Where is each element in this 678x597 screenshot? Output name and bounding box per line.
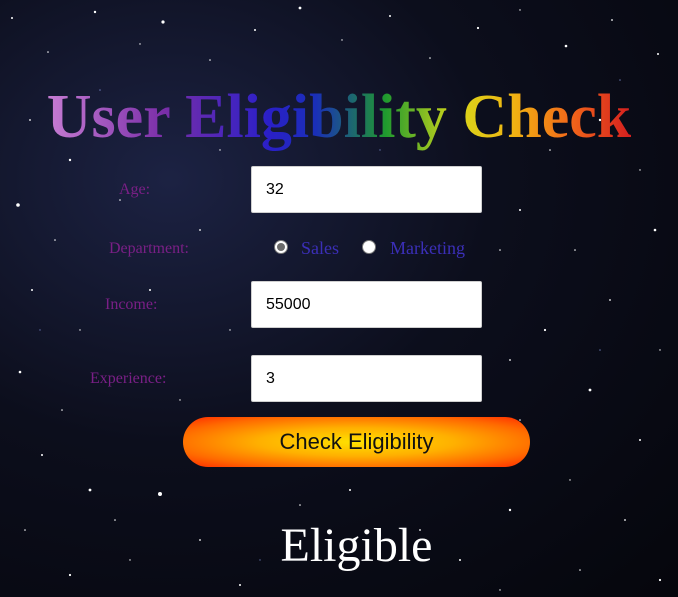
income-label: Income:	[105, 296, 158, 313]
eligibility-result: Eligible	[280, 519, 433, 572]
marketing-radio[interactable]	[362, 240, 376, 254]
income-input[interactable]	[251, 281, 482, 328]
marketing-radio-label[interactable]: Marketing	[390, 238, 465, 259]
age-input[interactable]	[251, 166, 482, 213]
sales-radio[interactable]	[274, 240, 288, 254]
experience-label: Experience:	[90, 370, 167, 387]
page-title-text: User Eligibility Check	[46, 83, 632, 151]
experience-input[interactable]	[251, 355, 482, 402]
department-label: Department:	[109, 240, 189, 257]
age-label: Age:	[119, 181, 151, 198]
page-title: User Eligibility Check	[0, 84, 678, 150]
sales-radio-label[interactable]: Sales	[301, 238, 339, 259]
check-eligibility-button[interactable]: Check Eligibility	[183, 417, 530, 467]
